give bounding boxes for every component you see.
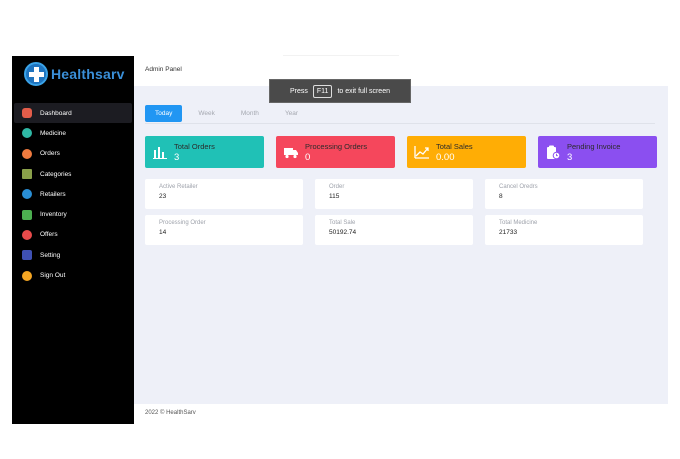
orders-icon bbox=[22, 148, 32, 159]
card-label: Total Sale bbox=[329, 220, 356, 226]
sidebar-nav: Dashboard Medicine Orders Categories Ret… bbox=[12, 103, 134, 286]
sidebar-item-offers[interactable]: Offers bbox=[12, 225, 134, 245]
card-label: Total Medicine bbox=[499, 220, 538, 226]
card-total-medicine[interactable]: Total Medicine 21733 bbox=[485, 215, 643, 245]
stat-title: Total Orders bbox=[174, 141, 215, 151]
tab-today[interactable]: Today bbox=[145, 105, 183, 122]
sidebar-item-label: Dashboard bbox=[40, 109, 72, 117]
stat-processing-orders[interactable]: Processing Orders 0 bbox=[276, 136, 395, 168]
card-label: Order bbox=[329, 184, 345, 190]
retailers-icon bbox=[22, 189, 32, 200]
card-value: 23 bbox=[159, 193, 167, 200]
sidebar-item-label: Sign Out bbox=[40, 272, 66, 280]
sidebar-item-label: Offers bbox=[40, 231, 58, 239]
period-tabs: Today Week Month Year bbox=[145, 105, 314, 122]
clipboard-clock-icon bbox=[545, 144, 561, 160]
sidebar-item-label: Orders bbox=[40, 150, 60, 158]
stat-value: 3 bbox=[567, 151, 573, 163]
brand-name: Healthsarv bbox=[51, 66, 125, 82]
fullscreen-exit-toast: Press F11 to exit full screen bbox=[269, 79, 411, 103]
inventory-icon bbox=[22, 209, 32, 220]
trend-up-icon bbox=[414, 144, 430, 160]
tab-month[interactable]: Month bbox=[231, 105, 269, 122]
f11-key: F11 bbox=[312, 84, 333, 98]
stat-value: 3 bbox=[174, 151, 180, 163]
setting-icon bbox=[22, 250, 32, 261]
logo[interactable]: Healthsarv bbox=[24, 62, 125, 86]
toast-suffix: to exit full screen bbox=[337, 87, 390, 95]
stat-title: Total Sales bbox=[436, 141, 473, 151]
card-processing-order[interactable]: Processing Order 14 bbox=[145, 215, 303, 245]
medical-cross-icon bbox=[24, 62, 48, 86]
sidebar-item-medicine[interactable]: Medicine bbox=[12, 123, 134, 143]
sidebar-item-label: Inventory bbox=[40, 211, 67, 219]
sidebar-item-label: Medicine bbox=[40, 129, 67, 137]
dashboard-icon bbox=[22, 108, 32, 119]
sidebar-item-label: Retailers bbox=[40, 190, 66, 198]
tab-year[interactable]: Year bbox=[275, 105, 308, 122]
stat-title: Processing Orders bbox=[305, 141, 368, 151]
card-value: 50192.74 bbox=[329, 229, 357, 236]
stat-total-orders[interactable]: Total Orders 3 bbox=[145, 136, 264, 168]
sidebar-item-retailers[interactable]: Retailers bbox=[12, 184, 134, 204]
stat-pending-invoice[interactable]: Pending Invoice 3 bbox=[538, 136, 657, 168]
sidebar-item-categories[interactable]: Categories bbox=[12, 164, 134, 184]
sidebar-item-dashboard[interactable]: Dashboard bbox=[14, 103, 132, 124]
card-label: Active Retailer bbox=[159, 184, 198, 190]
sidebar-item-inventory[interactable]: Inventory bbox=[12, 204, 134, 224]
card-label: Cancel Oredrs bbox=[499, 184, 538, 190]
stat-value: 0.00 bbox=[436, 151, 455, 163]
sidebar-item-sign-out[interactable]: Sign Out bbox=[12, 265, 134, 285]
stat-value: 0 bbox=[305, 151, 311, 163]
card-value: 21733 bbox=[499, 229, 518, 236]
tab-week[interactable]: Week bbox=[188, 105, 225, 122]
sidebar-item-setting[interactable]: Setting bbox=[12, 245, 134, 265]
stat-total-sales[interactable]: Total Sales 0.00 bbox=[407, 136, 526, 168]
card-value: 14 bbox=[159, 229, 167, 236]
sidebar: Healthsarv Dashboard Medicine Orders Cat… bbox=[12, 56, 134, 424]
app-window: Healthsarv Dashboard Medicine Orders Cat… bbox=[12, 56, 668, 424]
summary-cards: Active Retailer 23 Order 115 Cancel Ored… bbox=[145, 179, 655, 251]
page-title: Admin Panel bbox=[145, 66, 182, 73]
card-value: 115 bbox=[329, 193, 340, 200]
stat-cards: Total Orders 3 Processing Orders 0 Total… bbox=[145, 136, 669, 168]
offers-icon bbox=[22, 229, 32, 240]
footer-copyright: 2022 © HealthSarv bbox=[145, 410, 196, 416]
tabs-divider bbox=[145, 123, 655, 124]
card-active-retailer[interactable]: Active Retailer 23 bbox=[145, 179, 303, 209]
medicine-icon bbox=[22, 128, 32, 139]
card-value: 8 bbox=[499, 193, 503, 200]
sidebar-item-label: Setting bbox=[40, 251, 61, 259]
bar-chart-icon bbox=[152, 144, 168, 160]
sign-out-icon bbox=[22, 270, 32, 281]
card-label: Processing Order bbox=[159, 220, 206, 226]
categories-icon bbox=[22, 169, 32, 180]
sidebar-item-label: Categories bbox=[40, 170, 72, 178]
card-total-sale[interactable]: Total Sale 50192.74 bbox=[315, 215, 473, 245]
stat-title: Pending Invoice bbox=[567, 141, 621, 151]
dashboard-content: Today Week Month Year Total Orders 3 Pro… bbox=[134, 86, 668, 404]
delivery-truck-icon bbox=[283, 144, 299, 160]
main-panel: Admin Panel Today Week Month Year Total … bbox=[134, 56, 668, 424]
card-order[interactable]: Order 115 bbox=[315, 179, 473, 209]
sidebar-item-orders[interactable]: Orders bbox=[12, 144, 134, 164]
toast-prefix: Press bbox=[290, 87, 308, 95]
card-cancel-orders[interactable]: Cancel Oredrs 8 bbox=[485, 179, 643, 209]
